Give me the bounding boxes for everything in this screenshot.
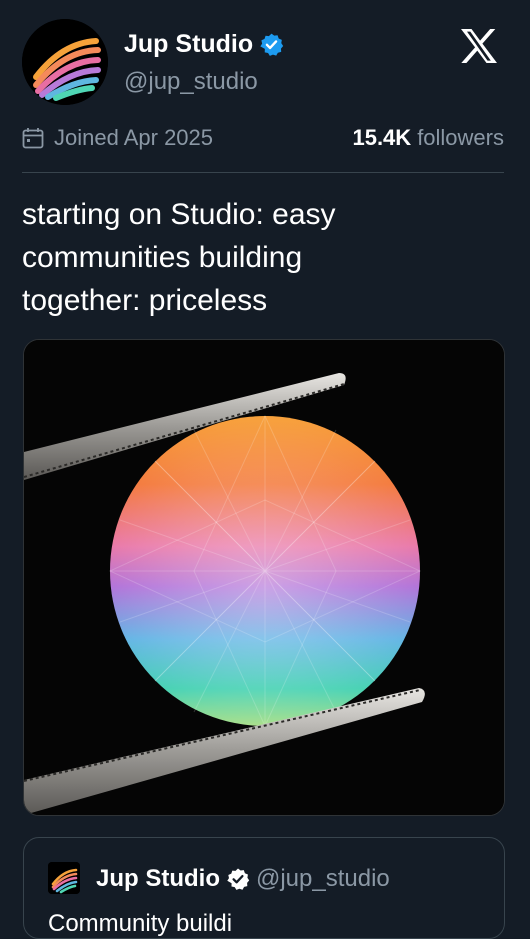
quoted-name-row: Jup Studio @jup_studio [96,865,390,893]
profile-avatar[interactable] [22,19,108,105]
tweet-text-line: starting on Studio: easy [22,198,336,231]
quoted-tweet[interactable]: Jup Studio @jup_studio Community buildi [23,837,505,939]
verified-badge-icon [259,32,284,57]
followers-link[interactable]: 15.4K followers [352,125,504,151]
display-name[interactable]: Jup Studio [124,30,284,59]
x-logo-icon[interactable] [459,28,499,64]
joined-date: Joined Apr 2025 [22,125,213,151]
followers-count: 15.4K [352,125,412,150]
tweet-text-line: communities building [22,241,303,274]
quoted-handle: @jup_studio [255,865,390,892]
joined-text: Joined Apr 2025 [54,125,214,150]
tweet-media-image[interactable] [23,339,505,816]
divider [22,172,504,173]
verified-badge-icon [226,867,250,891]
tweet-text-line: together: priceless [22,284,268,317]
followers-label: followers [417,125,504,150]
display-name-text: Jup Studio [124,30,254,58]
quoted-display-name: Jup Studio [96,865,220,892]
tweet-text: starting on Studio: easy communities bui… [22,193,492,322]
profile-meta: Joined Apr 2025 15.4K followers [22,125,504,155]
user-handle[interactable]: @jup_studio [124,68,258,96]
quoted-avatar [48,862,80,894]
calendar-icon [22,127,44,149]
quoted-text: Community buildi [48,910,233,937]
tweet-card: Jup Studio @jup_studio Joined Apr 2025 1… [0,0,530,939]
